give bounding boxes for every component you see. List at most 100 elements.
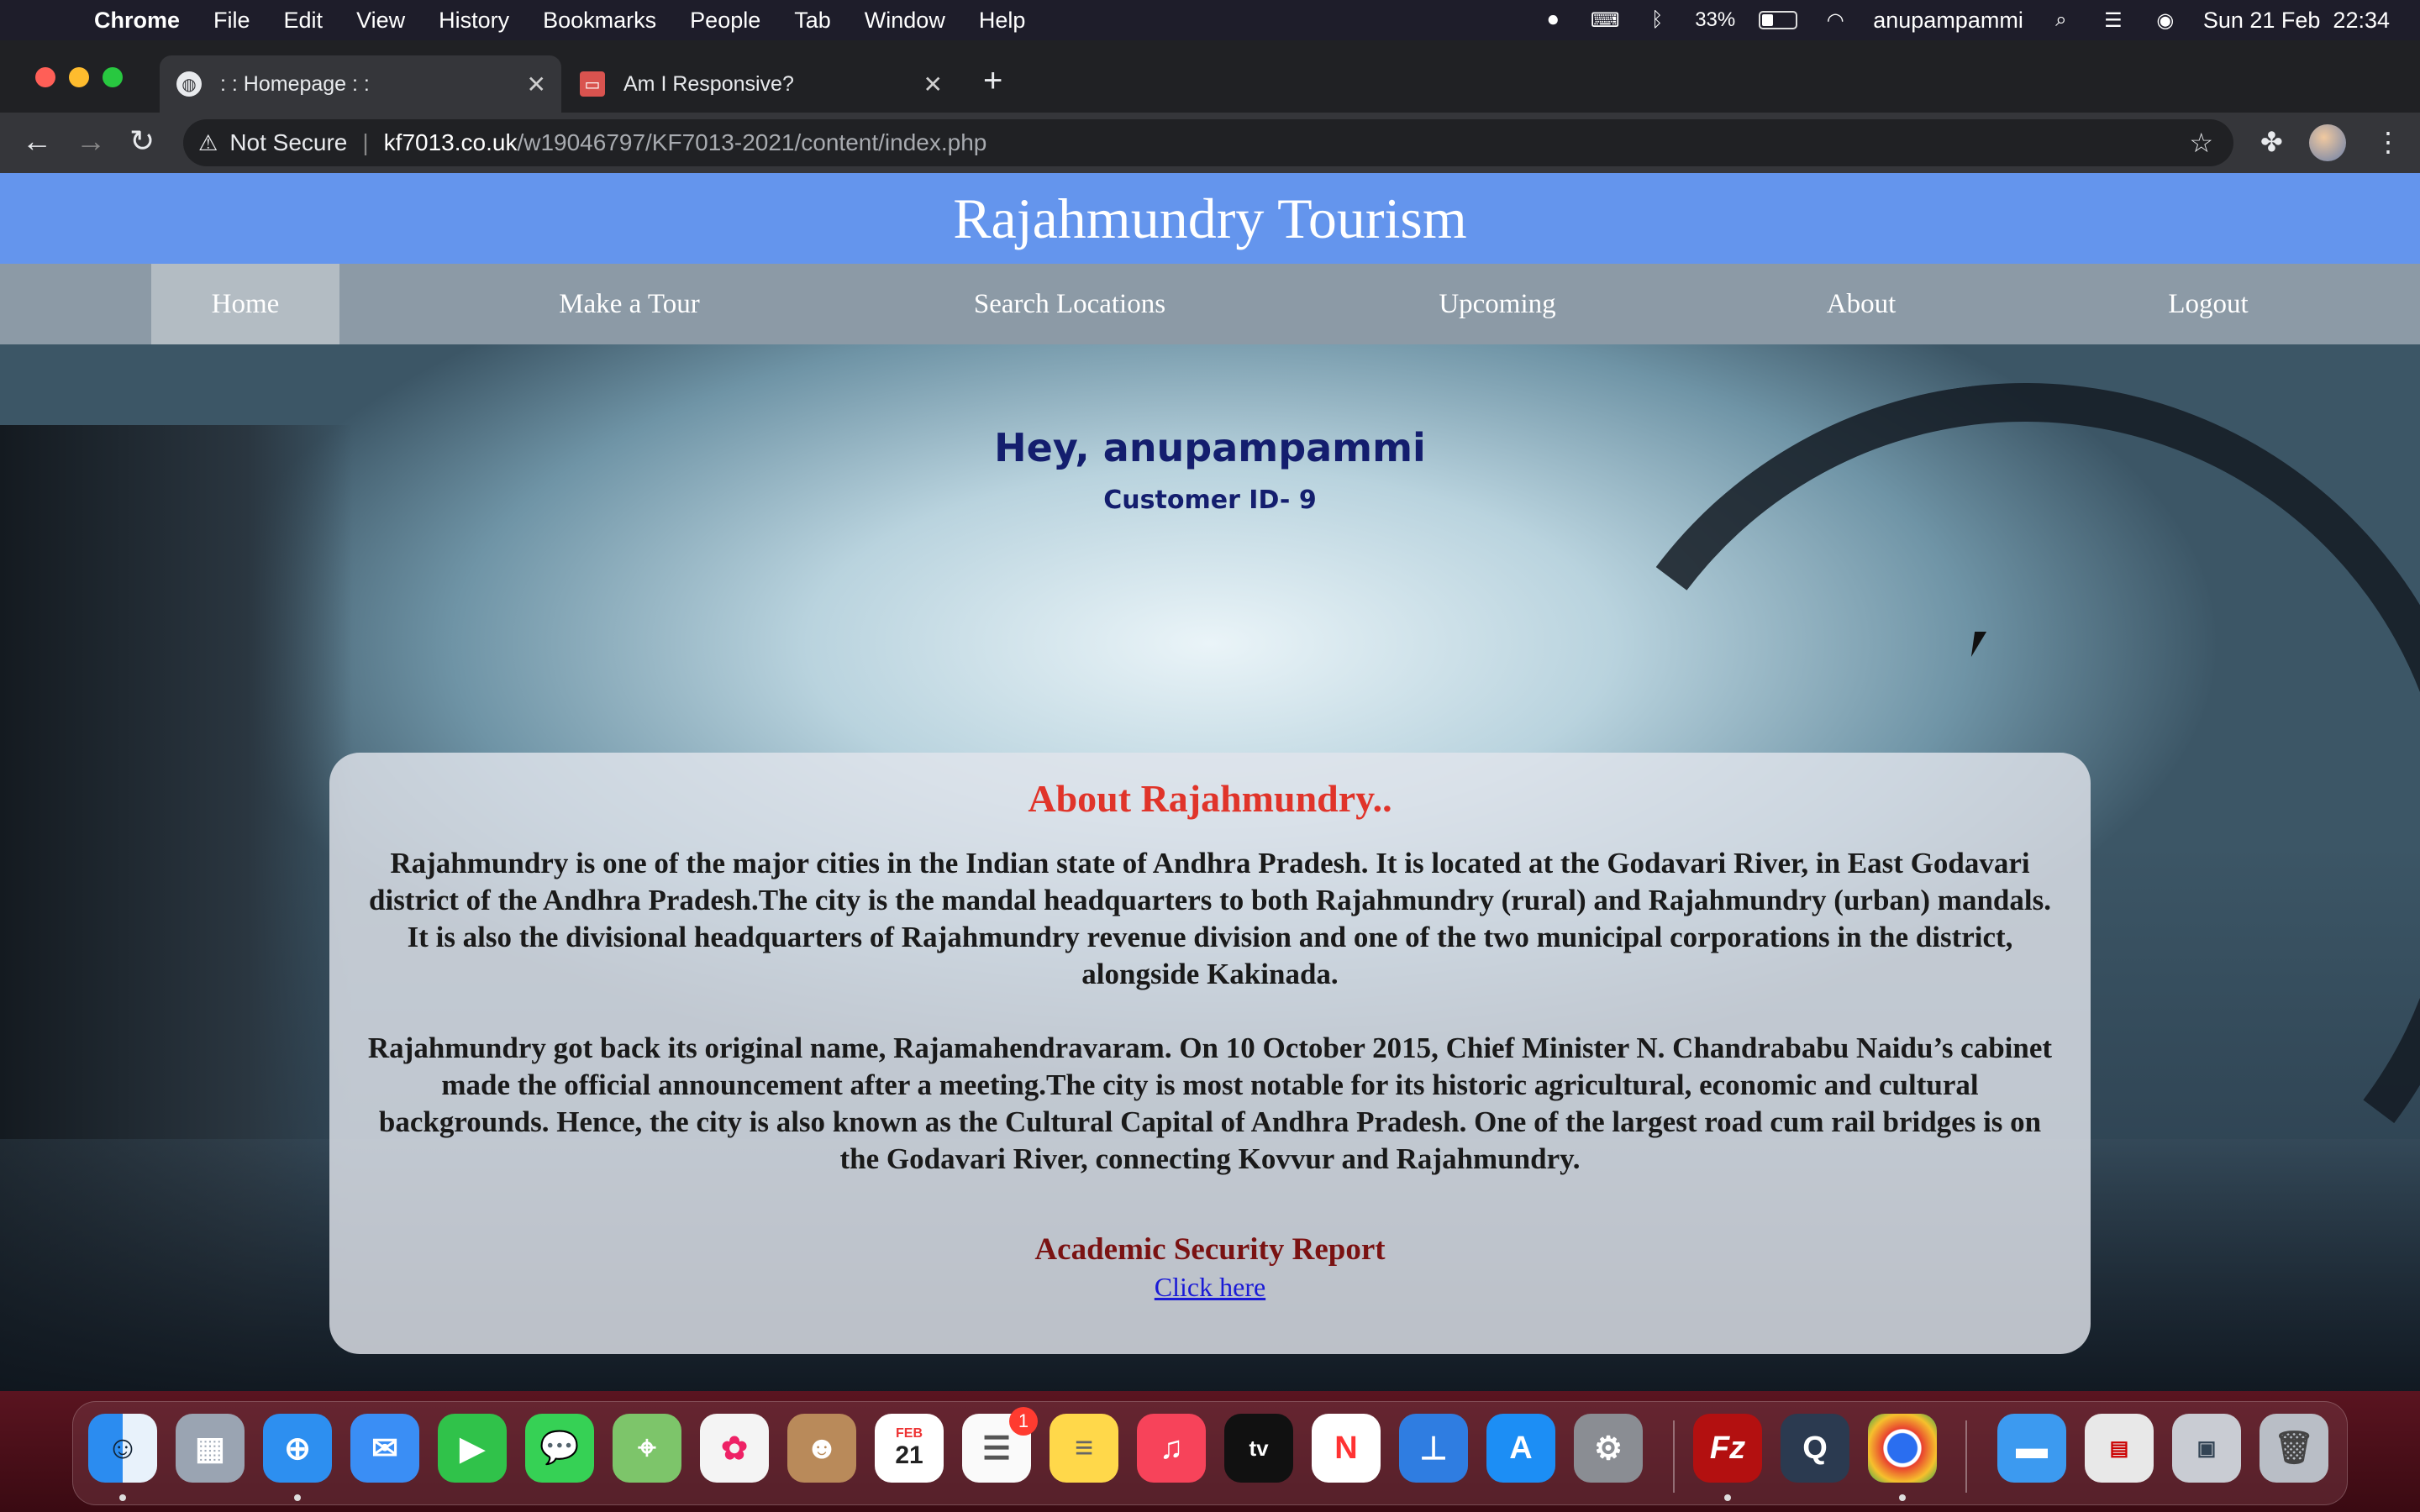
tab-strip: ◍ : : Homepage : : ✕ ▭ Am I Responsive? …: [0, 40, 2420, 113]
screen-record-icon[interactable]: ⏺: [1539, 8, 1567, 33]
browser-window: ◍ : : Homepage : : ✕ ▭ Am I Responsive? …: [0, 40, 2420, 1391]
running-indicator: [1724, 1494, 1731, 1501]
profile-avatar[interactable]: [2309, 124, 2346, 161]
menu-history[interactable]: History: [439, 8, 509, 34]
battery-level: [1762, 14, 1773, 26]
url-path: /w19046797/KF7013-2021/content/index.php: [517, 129, 987, 155]
news-icon[interactable]: N: [1312, 1414, 1381, 1483]
reminders-badge: 1: [1009, 1407, 1038, 1436]
close-tab-icon[interactable]: ✕: [527, 71, 546, 98]
menu-edit[interactable]: Edit: [284, 8, 324, 34]
calendar-day: 21: [895, 1441, 923, 1469]
dock: ☺ ▦ ⊕ ✉ ▶ 💬 ⌖ ✿ ☻ FEB 21 ☰ 1 ≡ ♫ tv N ⊥ …: [72, 1401, 2348, 1505]
report-title: Academic Security Report: [1034, 1232, 1386, 1267]
menu-app-name[interactable]: Chrome: [94, 8, 180, 34]
user-greeting: Hey, anupampammi: [994, 425, 1426, 470]
system-preferences-icon[interactable]: ⚙: [1574, 1414, 1643, 1483]
calendar-icon[interactable]: FEB 21: [875, 1414, 944, 1483]
spotlight-search-icon[interactable]: ⌕: [2047, 8, 2075, 33]
finder-icon[interactable]: ☺: [88, 1414, 157, 1483]
bluetooth-icon[interactable]: ᛒ: [1643, 8, 1671, 33]
close-tab-icon[interactable]: ✕: [923, 71, 943, 98]
menu-file[interactable]: File: [213, 8, 250, 34]
keyboard-icon[interactable]: ⌨: [1591, 8, 1620, 33]
control-center-icon[interactable]: ☰: [2099, 8, 2128, 33]
minimize-window-button[interactable]: [69, 67, 89, 87]
ami-responsive-icon: ▭: [580, 71, 605, 97]
dock-divider: [1673, 1420, 1675, 1493]
running-indicator: [294, 1494, 301, 1501]
menu-view[interactable]: View: [356, 8, 405, 34]
forward-arrow-icon[interactable]: →: [76, 124, 106, 158]
tab-title: : : Homepage : :: [220, 71, 370, 96]
tab-title: Am I Responsive?: [623, 71, 794, 96]
menu-bookmarks[interactable]: Bookmarks: [543, 8, 656, 34]
nav-make-a-tour[interactable]: Make a Tour: [521, 264, 738, 344]
keynote-icon[interactable]: ⊥: [1399, 1414, 1468, 1483]
battery-icon[interactable]: [1759, 11, 1798, 29]
more-menu-icon[interactable]: ⋮: [2375, 126, 2402, 158]
chrome-icon[interactable]: [1868, 1414, 1937, 1483]
nav-home[interactable]: Home: [151, 264, 339, 344]
bookmark-star-icon[interactable]: ☆: [2189, 127, 2213, 159]
close-window-button[interactable]: [35, 67, 55, 87]
warning-triangle-icon[interactable]: ⚠: [198, 130, 218, 156]
site-title: Rajahmundry Tourism: [953, 186, 1467, 250]
quicktime-icon[interactable]: Q: [1781, 1414, 1849, 1483]
tab-homepage[interactable]: ◍ : : Homepage : : ✕: [160, 55, 561, 113]
filezilla-icon[interactable]: Fz: [1693, 1414, 1762, 1483]
new-tab-button[interactable]: +: [983, 62, 1002, 100]
launchpad-icon[interactable]: ▦: [176, 1414, 245, 1483]
about-title: About Rajahmundry..: [1028, 777, 1392, 820]
tab-am-i-responsive[interactable]: ▭ Am I Responsive? ✕: [563, 55, 958, 113]
running-indicator: [1899, 1494, 1906, 1501]
app-store-icon[interactable]: A: [1486, 1414, 1555, 1483]
security-label[interactable]: Not Secure: [229, 129, 347, 156]
notes-icon[interactable]: ≡: [1050, 1414, 1118, 1483]
menu-help[interactable]: Help: [979, 8, 1026, 34]
trash-icon[interactable]: 🗑: [2260, 1414, 2328, 1483]
customer-id: Customer ID- 9: [1103, 486, 1317, 515]
photos-icon[interactable]: ✿: [700, 1414, 769, 1483]
globe-icon: ◍: [176, 71, 202, 97]
document-stack-icon[interactable]: ▤: [2085, 1414, 2154, 1483]
address-bar[interactable]: ⚠ Not Secure | kf7013.co.uk /w19046797/K…: [183, 119, 2233, 166]
dock-divider: [1965, 1420, 1967, 1493]
facetime-icon[interactable]: ▶: [438, 1414, 507, 1483]
wifi-icon[interactable]: ◠: [1821, 8, 1849, 33]
menu-tab[interactable]: Tab: [794, 8, 831, 34]
safari-icon[interactable]: ⊕: [263, 1414, 332, 1483]
nav-search-locations[interactable]: Search Locations: [941, 264, 1198, 344]
downloads-folder-icon[interactable]: ▬: [1997, 1414, 2066, 1483]
nav-upcoming[interactable]: Upcoming: [1412, 264, 1583, 344]
about-paragraph: Rajahmundry is one of the major cities i…: [369, 847, 2051, 990]
about-panel: About Rajahmundry.. Rajahmundry is one o…: [329, 753, 2091, 1354]
nav-about[interactable]: About: [1798, 264, 1924, 344]
url-domain: kf7013.co.uk: [383, 129, 518, 155]
menu-people[interactable]: People: [690, 8, 760, 34]
siri-icon[interactable]: ◉: [2151, 8, 2180, 33]
back-arrow-icon[interactable]: ←: [22, 124, 52, 158]
screenshot-stack-icon[interactable]: ▣: [2172, 1414, 2241, 1483]
site-nav: Home Make a Tour Search Locations Upcomi…: [0, 264, 2420, 344]
running-indicator: [119, 1494, 126, 1501]
site-header: Rajahmundry Tourism: [0, 173, 2420, 264]
music-icon[interactable]: ♫: [1137, 1414, 1206, 1483]
menu-window[interactable]: Window: [865, 8, 945, 34]
menu-bar: Chrome File Edit View History Bookmarks …: [0, 0, 2420, 40]
apple-tv-icon[interactable]: tv: [1224, 1414, 1293, 1483]
report-link[interactable]: Click here: [329, 1272, 2091, 1303]
mail-icon[interactable]: ✉: [350, 1414, 419, 1483]
contacts-icon[interactable]: ☻: [787, 1414, 856, 1483]
maps-icon[interactable]: ⌖: [613, 1414, 681, 1483]
nav-logout[interactable]: Logout: [2134, 264, 2282, 344]
browser-toolbar: ← → ↻ ⚠ Not Secure | kf7013.co.uk /w1904…: [0, 113, 2420, 173]
status-area: ⏺ ⌨ ᛒ 33% ◠ anupampammi ⌕ ☰ ◉ Sun 21 Feb…: [1539, 0, 2390, 40]
menubar-datetime[interactable]: Sun 21 Feb 22:34: [2203, 8, 2390, 34]
address-divider: |: [362, 129, 369, 155]
menubar-username[interactable]: anupampammi: [1873, 8, 2023, 34]
extensions-puzzle-icon[interactable]: ✤: [2260, 126, 2283, 158]
messages-icon[interactable]: 💬: [525, 1414, 594, 1483]
reload-icon[interactable]: ↻: [129, 124, 155, 158]
zoom-window-button[interactable]: [103, 67, 123, 87]
